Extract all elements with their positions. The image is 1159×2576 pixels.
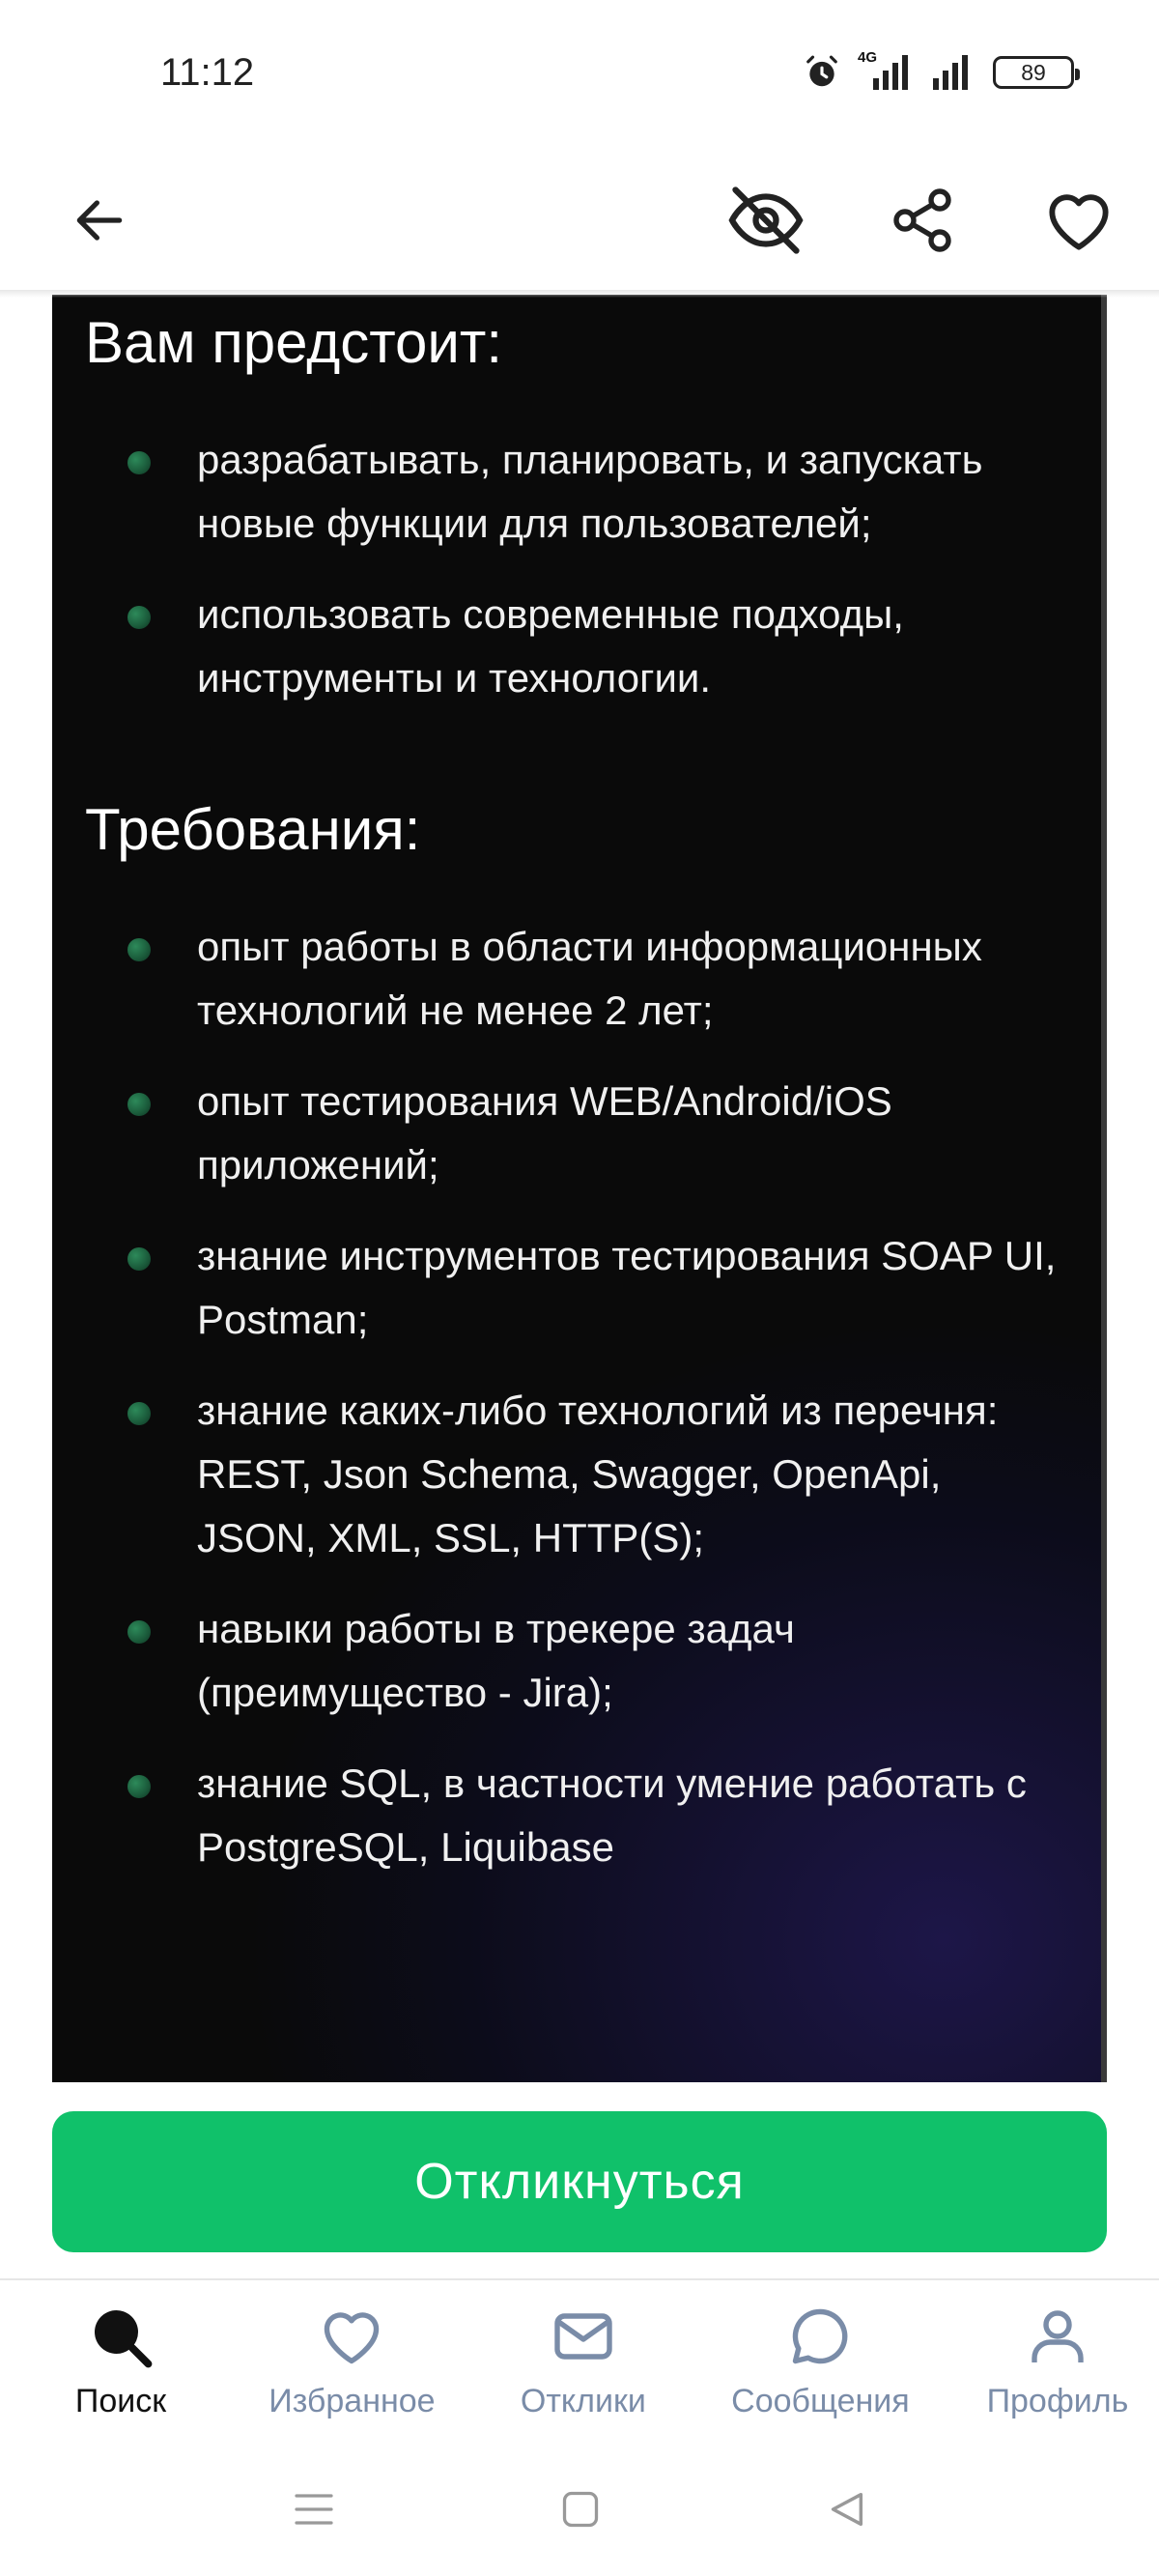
battery-indicator: 89	[993, 56, 1080, 89]
status-time: 11:12	[160, 50, 255, 94]
bullet-dot	[127, 1247, 151, 1271]
mail-icon	[554, 2313, 612, 2360]
list-item: опыт работы в области информационных тех…	[85, 915, 1068, 1043]
eye-off-icon	[728, 186, 804, 254]
nav-label: Поиск	[74, 2383, 167, 2419]
list-item: навыки работы в трекере задач (преимущес…	[85, 1597, 1068, 1725]
favorite-button[interactable]	[1035, 177, 1122, 264]
hide-vacancy-button[interactable]	[722, 177, 809, 264]
requirements-list: опыт работы в области информационных тех…	[85, 915, 1068, 1879]
share-button[interactable]	[879, 177, 966, 264]
list-item-text: разрабатывать, планировать, и запускать …	[197, 437, 983, 546]
list-item-text: знание инструментов тестирования SOAP UI…	[197, 1233, 1057, 1342]
list-item-text: навыки работы в трекере задач (преимущес…	[197, 1606, 795, 1715]
list-item-text: знание каких-либо технологий из перечня:…	[197, 1388, 999, 1560]
heart-icon	[325, 2312, 380, 2364]
heart-icon	[1049, 193, 1109, 250]
list-item-text: опыт тестирования WEB/Android/iOS прилож…	[197, 1078, 892, 1188]
respond-bar: Откликнуться	[0, 2082, 1159, 2280]
network-type: 4G	[858, 49, 878, 66]
search-icon	[95, 2310, 153, 2368]
list-item-text: использовать современные подходы, инстру…	[197, 591, 904, 701]
cellular-signal-icon-2	[933, 55, 968, 90]
battery-level: 89	[1021, 59, 1046, 85]
bullet-dot	[127, 1620, 151, 1644]
list-item: разрабатывать, планировать, и запускать …	[85, 428, 1068, 556]
section-title-requirements: Требования:	[85, 797, 421, 862]
list-item: знание каких-либо технологий из перечня:…	[85, 1379, 1068, 1570]
list-item: опыт тестирования WEB/Android/iOS прилож…	[85, 1070, 1068, 1197]
status-bar: 11:12 4G 89	[0, 0, 1159, 145]
back-button[interactable]	[56, 177, 143, 264]
home-square-icon[interactable]	[559, 2488, 602, 2531]
nav-label: Профиль	[986, 2383, 1129, 2419]
bullet-dot	[127, 451, 151, 474]
list-item-text: опыт работы в области информационных тех…	[197, 924, 982, 1033]
section-title-responsibilities: Вам предстоит:	[85, 310, 503, 375]
bullet-dot	[127, 1402, 151, 1425]
nav-label: Отклики	[520, 2383, 646, 2419]
toolbar-actions	[722, 177, 1122, 264]
share-icon	[893, 187, 951, 252]
system-nav-bar	[0, 2443, 1159, 2576]
arrow-left-icon	[76, 199, 123, 241]
bullet-dot	[127, 1775, 151, 1798]
vacancy-description: Вам предстоит: разрабатывать, планироват…	[52, 295, 1107, 2082]
nav-item-messages[interactable]: Сообщения	[731, 2280, 910, 2443]
nav-label: Избранное	[269, 2383, 436, 2419]
list-item: знание SQL, в частности умение работать …	[85, 1752, 1068, 1879]
menu-icon[interactable]	[291, 2486, 337, 2533]
toolbar-shadow	[0, 290, 1159, 298]
nav-label: Сообщения	[731, 2383, 910, 2419]
app-screen: 11:12 4G 89 Вам предстоит: разрабатывать…	[0, 0, 1159, 2576]
back-triangle-icon[interactable]	[824, 2487, 868, 2532]
list-item: использовать современные подходы, инстру…	[85, 583, 1068, 710]
status-icons: 4G 89	[804, 49, 1080, 92]
bullet-dot	[127, 938, 151, 961]
user-icon	[1032, 2310, 1084, 2362]
nav-item-search[interactable]: Поиск	[39, 2280, 203, 2443]
nav-item-responses[interactable]: Отклики	[501, 2280, 665, 2443]
top-toolbar	[0, 145, 1159, 295]
responsibilities-list: разрабатывать, планировать, и запускать …	[85, 428, 1068, 710]
bullet-dot	[127, 1093, 151, 1116]
alarm-icon	[806, 55, 837, 87]
bullet-dot	[127, 606, 151, 629]
cellular-signal-icon-1: 4G	[856, 49, 914, 92]
bottom-nav: Поиск Избранное Отклики Сообщения Профил…	[0, 2278, 1159, 2443]
chat-bubble-icon	[793, 2308, 848, 2364]
nav-item-profile[interactable]: Профиль	[975, 2280, 1140, 2443]
list-item: знание инструментов тестирования SOAP UI…	[85, 1224, 1068, 1352]
list-item-text: знание SQL, в частности умение работать …	[197, 1760, 1027, 1870]
nav-item-favorites[interactable]: Избранное	[269, 2280, 436, 2443]
respond-button[interactable]: Откликнуться	[52, 2110, 1107, 2252]
